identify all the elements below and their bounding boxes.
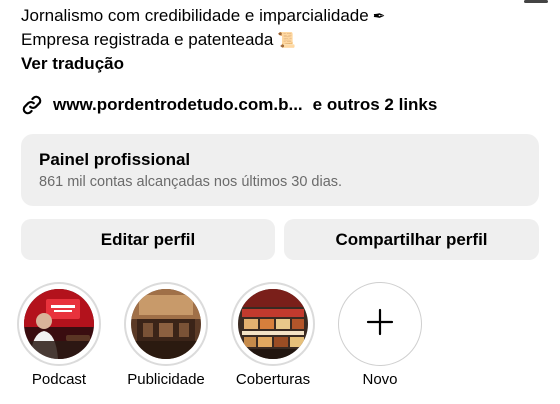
- profile-links[interactable]: www.pordentrodetudo.com.b... e outros 2 …: [20, 93, 437, 117]
- new-highlight-ring: [338, 282, 422, 366]
- highlight-publicidade[interactable]: Publicidade: [116, 282, 216, 389]
- highlight-ring: [17, 282, 101, 366]
- dashboard-subtitle: 861 mil contas alcançadas nos últimos 30…: [39, 174, 343, 190]
- bio-line-2-text: Empresa registrada e patenteada: [21, 30, 274, 49]
- highlight-label: Podcast: [31, 371, 87, 388]
- scroll-icon: 📜: [277, 31, 297, 49]
- highlight-label: Publicidade: [127, 371, 205, 388]
- bio-line-1: Jornalismo com credibilidade e imparcial…: [21, 4, 541, 28]
- highlight-ring: [124, 282, 208, 366]
- highlight-cover-publicidade: [131, 289, 201, 359]
- story-highlights: Podcast Publicidade Coberturas Novo: [0, 282, 560, 404]
- highlight-ring: [231, 282, 315, 366]
- profile-bio: Jornalismo com credibilidade e imparcial…: [21, 4, 541, 76]
- dashboard-title: Painel profissional: [39, 150, 191, 169]
- highlight-cover-podcast: [24, 289, 94, 359]
- more-links[interactable]: e outros 2 links: [313, 95, 438, 115]
- share-profile-button[interactable]: Compartilhar perfil: [284, 219, 539, 260]
- bio-line-1-text: Jornalismo com credibilidade e imparcial…: [21, 6, 369, 25]
- highlight-new[interactable]: Novo: [330, 282, 430, 389]
- highlight-label: Novo: [362, 371, 398, 388]
- link-icon: [20, 93, 44, 117]
- highlight-cover-coberturas: [238, 289, 308, 359]
- highlight-podcast[interactable]: Podcast: [9, 282, 109, 389]
- edit-profile-button[interactable]: Editar perfil: [21, 219, 275, 260]
- bio-line-2: Empresa registrada e patenteada 📜: [21, 28, 541, 52]
- highlight-label: Coberturas: [235, 371, 311, 388]
- plus-icon: [366, 308, 394, 341]
- primary-link[interactable]: www.pordentrodetudo.com.b...: [53, 95, 303, 115]
- top-edge-indicator: [524, 0, 548, 3]
- pen-icon: ✒: [372, 7, 386, 25]
- professional-dashboard[interactable]: Painel profissional 861 mil contas alcan…: [21, 134, 539, 206]
- highlight-coberturas[interactable]: Coberturas: [223, 282, 323, 389]
- see-translation-link[interactable]: Ver tradução: [21, 52, 541, 76]
